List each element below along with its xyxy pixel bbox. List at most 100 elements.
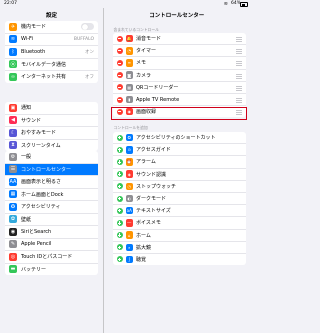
- gear-icon: ⚙: [9, 152, 17, 161]
- sidebar-item[interactable]: ⚙ 一般: [5, 151, 98, 164]
- add-control-button[interactable]: [116, 256, 123, 263]
- sidebar-item[interactable]: ∞ インターネット共有 オフ: [5, 71, 98, 83]
- bell-icon: 🔔: [125, 34, 133, 43]
- settings-group-connectivity: ✈ 機内モード ≋ Wi-Fi BUFFALO ᛒ Bluetooth オン ⦿ モバイルデータ通…: [5, 21, 98, 83]
- reorder-handle-icon[interactable]: [235, 49, 242, 55]
- more-control-row: ⌂ ホーム: [112, 230, 246, 242]
- sidebar-item-label: 壁紙: [21, 216, 32, 223]
- sidebar-item[interactable]: ✈ 機内モード: [5, 21, 98, 34]
- add-control-button[interactable]: [116, 171, 123, 178]
- sidebar-item[interactable]: ✪ アクセシビリティ: [5, 201, 98, 214]
- sidebar-item-label: バッテリー: [21, 266, 47, 273]
- control-label: ストップウォッチ: [136, 183, 177, 190]
- control-label: 消音モード: [136, 36, 162, 43]
- control-label: アラーム: [136, 159, 156, 166]
- add-control-button[interactable]: [116, 207, 123, 214]
- remove-control-button[interactable]: [116, 72, 123, 79]
- add-control-button[interactable]: [116, 158, 123, 165]
- reorder-handle-icon[interactable]: [235, 61, 242, 67]
- settings-sidebar: 設定 ✈ 機内モード ≋ Wi-Fi BUFFALO ᛒ Bluetooth オン ⦿ モバイルデ…: [0, 8, 104, 333]
- settings-group-general: ⚙ 一般 ☰ コントロールセンター AA 画面表示と明るさ ▦ ホーム画面とDock ✪ アクセシ…: [5, 151, 98, 275]
- control-label: ボイスメモ: [136, 220, 161, 227]
- more-control-row: ⊙ アクセスガイド: [112, 144, 246, 157]
- add-control-button[interactable]: [116, 195, 123, 202]
- reorder-handle-icon[interactable]: [235, 85, 242, 91]
- sidebar-item-label: スクリーンタイム: [21, 142, 61, 149]
- add-control-button[interactable]: [116, 219, 123, 226]
- battery-icon: ▬: [9, 265, 17, 274]
- control-label: メモ: [136, 60, 147, 67]
- sidebar-item-label: Wi-Fi: [21, 36, 33, 43]
- antenna-icon: ⦿: [9, 60, 17, 69]
- included-control-row: ◔ タイマー: [112, 45, 246, 58]
- control-label: 聴覚: [136, 256, 147, 263]
- sidebar-item[interactable]: ☾ おやすみモード: [5, 127, 98, 140]
- more-control-row: aA テキストサイズ: [112, 205, 246, 218]
- sidebar-item[interactable]: ᛒ Bluetooth オン: [5, 46, 98, 59]
- reorder-handle-icon[interactable]: [235, 97, 242, 103]
- brightness-icon: AA: [9, 177, 17, 186]
- sidebar-item[interactable]: AA 画面表示と明るさ: [5, 176, 98, 189]
- status-time: 22:07: [4, 1, 17, 6]
- status-bar: 22:07 ≋ 64%: [0, 0, 250, 8]
- sidebar-item-value: BUFFALO: [73, 36, 94, 42]
- sidebar-item[interactable]: ▣ 通知: [5, 102, 98, 115]
- stopwatch-icon: ◷: [125, 182, 133, 191]
- sidebar-item-label: 一般: [21, 154, 32, 161]
- timer-icon: ◔: [125, 47, 133, 55]
- sidebar-item[interactable]: ▦ ホーム画面とDock: [5, 189, 98, 201]
- speaker-icon: ◀: [9, 116, 17, 125]
- sidebar-item[interactable]: ⧗ スクリーンタイム: [5, 140, 98, 152]
- add-control-button[interactable]: [116, 183, 123, 190]
- control-center-icon: ☰: [9, 165, 17, 174]
- sidebar-item[interactable]: ⦿ モバイルデータ通信: [5, 59, 98, 71]
- more-control-row: ⌕ 拡大鏡: [112, 242, 246, 254]
- sidebar-item[interactable]: ◎ Touch IDとパスコード: [5, 251, 98, 264]
- sidebar-item[interactable]: ◀ サウンド: [5, 115, 98, 127]
- control-label: カメラ: [136, 72, 152, 79]
- sidebar-item-label: モバイルデータ通信: [21, 61, 67, 68]
- more-control-row: ◐ ダークモード: [112, 193, 246, 206]
- control-label: アクセシビリティのショートカット: [136, 135, 216, 142]
- add-control-button[interactable]: [116, 232, 123, 239]
- sidebar-item[interactable]: ✎ Apple Pencil: [5, 239, 98, 251]
- reorder-handle-icon[interactable]: [235, 37, 242, 42]
- add-control-button[interactable]: [116, 146, 123, 153]
- remove-control-button[interactable]: [116, 84, 123, 91]
- more-control-row: ◷ ストップウォッチ: [112, 181, 246, 193]
- control-label: Apple TV Remote: [136, 96, 180, 103]
- remove-control-button[interactable]: [116, 96, 123, 103]
- remove-control-button[interactable]: [116, 35, 123, 42]
- accessibility-icon: ✪: [9, 202, 17, 211]
- sidebar-item[interactable]: ≋ Wi-Fi BUFFALO: [5, 34, 98, 46]
- reorder-handle-icon[interactable]: [235, 73, 242, 79]
- add-control-button[interactable]: [116, 244, 123, 251]
- remove-control-button[interactable]: [116, 59, 123, 66]
- magnifier-icon: ⌕: [125, 243, 133, 252]
- highlight-frame: [111, 107, 247, 120]
- more-control-row: ⏰ アラーム: [112, 156, 246, 169]
- control-label: 拡大鏡: [136, 244, 152, 251]
- remove-control-button[interactable]: [116, 47, 123, 54]
- sidebar-item-label: Touch IDとパスコード: [21, 254, 73, 261]
- sidebar-item-label: SiriとSearch: [21, 229, 52, 236]
- ear-icon: ʃ: [125, 255, 133, 264]
- dark-mode-icon: ◐: [125, 194, 133, 203]
- control-label: テキストサイズ: [136, 208, 171, 215]
- sidebar-item[interactable]: ◉ SiriとSearch: [5, 226, 98, 239]
- included-control-row: ≡ メモ: [112, 57, 246, 70]
- airplane-mode-toggle[interactable]: [81, 23, 94, 31]
- remote-icon: ▮: [125, 95, 133, 104]
- sidebar-item[interactable]: ▬ バッテリー: [5, 264, 98, 276]
- control-label: ダークモード: [136, 196, 167, 203]
- more-control-row: ◈ サウンド認識: [112, 169, 246, 181]
- bluetooth-icon: ᛒ: [9, 47, 17, 56]
- sidebar-item[interactable]: ✿ 壁紙: [5, 214, 98, 226]
- control-center-pane: コントロールセンター 含まれているコントロール 🔔 消音モード ◔ タイマー ≡ メモ ◙ カ…: [103, 8, 250, 333]
- sidebar-item[interactable]: ☰ コントロールセンター: [5, 163, 98, 176]
- included-control-row: ▮ Apple TV Remote: [112, 94, 246, 107]
- sidebar-item-label: コントロールセンター: [21, 166, 72, 173]
- add-control-button[interactable]: [116, 134, 123, 141]
- wallpaper-icon: ✿: [9, 215, 17, 224]
- hotspot-icon: ∞: [9, 72, 17, 81]
